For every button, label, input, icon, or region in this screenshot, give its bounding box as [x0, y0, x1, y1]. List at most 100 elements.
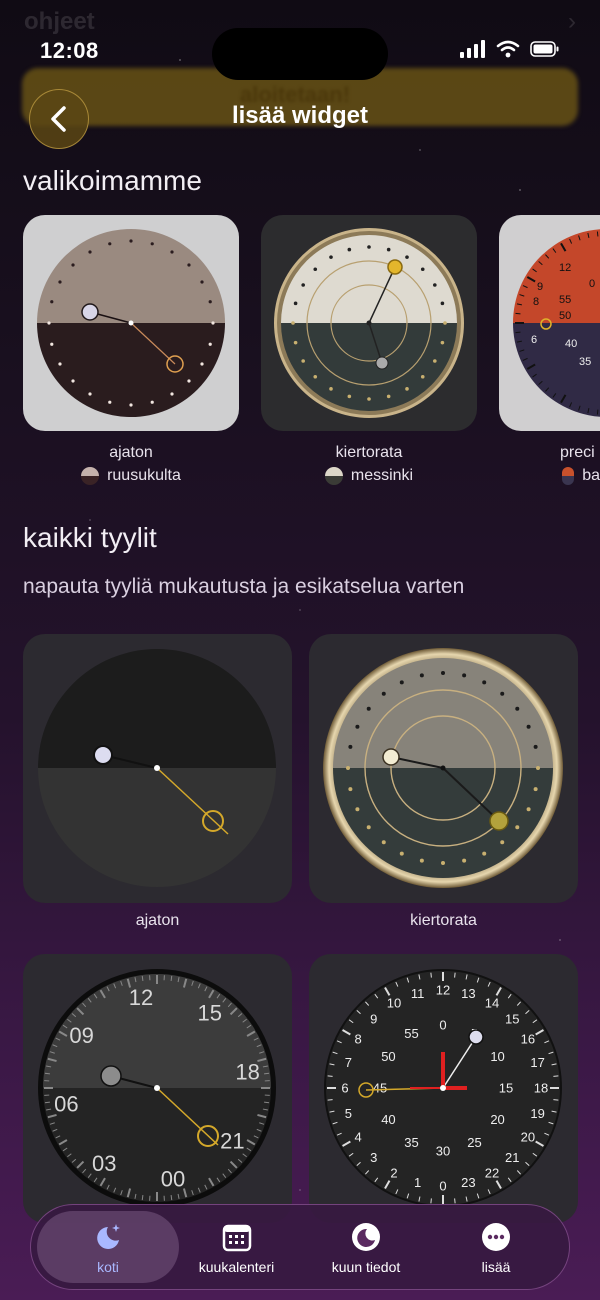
preci-dial-label: 6 — [531, 334, 537, 346]
dial-dot — [399, 851, 404, 856]
kiertorata-dial — [323, 648, 563, 888]
dial-tick — [170, 1195, 173, 1201]
dial-label: 0 — [439, 1018, 446, 1033]
dial-dot — [71, 263, 75, 267]
dial-dot — [386, 247, 391, 252]
dial-dot — [355, 724, 360, 729]
dial-tick — [141, 975, 144, 981]
dial-dot — [405, 387, 409, 391]
dial-dot — [301, 359, 305, 363]
dial-label: 06 — [54, 1092, 78, 1117]
featured-section-title: valikoimamme — [23, 165, 202, 196]
dial-dot — [355, 807, 360, 812]
dial-dot — [291, 321, 295, 325]
tab-koti[interactable]: koti — [37, 1205, 179, 1291]
dial-tick — [327, 1075, 333, 1077]
status-icons — [460, 40, 560, 58]
dial-label: 17 — [530, 1055, 544, 1070]
style-card-precision-dial[interactable]: 13 14 15 16 17 18 19 20 21 22 23 0 1 2 3 4 5 6 7 8 9 10 11 12 55… — [309, 954, 578, 1223]
dial-dot — [47, 321, 51, 325]
dial-dot — [386, 394, 391, 399]
dial-tick — [264, 1101, 270, 1104]
dial-dot — [462, 858, 467, 863]
featured-widget-kiertorata[interactable] — [261, 215, 477, 431]
dial-dot — [293, 301, 298, 306]
dial-dot — [367, 397, 371, 401]
featured-widget-name: ajaton — [109, 444, 153, 461]
dial-label: 10 — [490, 1049, 504, 1064]
preci-dial-label: 8 — [533, 296, 539, 308]
preci-dial-label: 12 — [559, 262, 571, 274]
tab-kuukalenteri[interactable]: kuukalenteri — [179, 1205, 294, 1291]
style-card-kiertorata[interactable] — [309, 634, 578, 903]
dial-dot — [346, 766, 350, 770]
dial-dot — [433, 359, 437, 363]
moon-icon — [352, 1223, 380, 1251]
dial-dot — [419, 673, 424, 678]
style-card-24h-dial[interactable]: 12 15 18 21 00 03 06 09 — [23, 954, 292, 1223]
dial-label: 7 — [345, 1055, 352, 1070]
kiertorata-brass-dial — [274, 228, 464, 418]
dial-label: 50 — [381, 1049, 395, 1064]
dial-tick — [454, 972, 456, 978]
featured-widget-ajaton[interactable] — [23, 215, 239, 431]
variant-label: ba — [582, 467, 600, 484]
preci-dial-label: 9 — [537, 281, 543, 293]
status-bar: 12:08 — [0, 0, 600, 100]
style-card-name: kiertorata — [410, 912, 477, 929]
dial-dot — [441, 671, 445, 675]
precision-dial: 131415161718192021222301234567891011 1255… — [324, 969, 562, 1207]
dial-dot — [108, 242, 112, 246]
dial-dot — [293, 340, 298, 345]
preci-dial-label: 55 — [559, 294, 571, 306]
dial-label: 18 — [235, 1060, 259, 1085]
dial-label: 3 — [370, 1150, 377, 1165]
ajaton-dark-dial — [38, 649, 276, 887]
dial-tick — [515, 312, 521, 315]
tab-kuun-tiedot[interactable]: kuun tiedot — [306, 1205, 426, 1291]
dial-dot — [500, 691, 505, 696]
dial-dot — [441, 861, 445, 865]
all-styles-title: kaikki tyylit — [23, 522, 157, 553]
page-title: lisää widget — [231, 102, 369, 129]
dial-label: 9 — [370, 1011, 377, 1026]
featured-widget-variant: messinki — [261, 467, 477, 485]
dial-tick — [515, 331, 521, 334]
dial-dot — [526, 724, 531, 729]
dial-dot — [381, 840, 386, 845]
dial-dot — [348, 787, 353, 792]
dial-tick — [327, 1099, 333, 1101]
dial-label: 09 — [69, 1023, 93, 1048]
featured-widget-preci[interactable]: 12 55 0 8 9 50 6 40 35 — [499, 215, 600, 431]
dial-dot — [313, 267, 318, 272]
tab-bar: koti kuukalenteri kuun tiedot lisää — [30, 1204, 570, 1290]
dial-dot — [88, 392, 92, 396]
dial-dot — [58, 280, 62, 284]
dial-dot — [482, 680, 487, 685]
dial-tick — [430, 1198, 432, 1204]
dial-dot — [301, 283, 305, 287]
dial-dot — [208, 300, 212, 304]
dial-label: 21 — [220, 1128, 244, 1153]
24h-half-dial: 12 15 18 21 00 03 06 09 — [38, 969, 276, 1207]
dial-label: 8 — [355, 1032, 362, 1047]
dynamic-island — [212, 28, 388, 80]
tab-label: lisää — [481, 1259, 511, 1275]
dial-dot — [313, 374, 318, 379]
dial-label: 30 — [436, 1144, 450, 1159]
dial-tick — [596, 231, 599, 237]
tab-lisaa[interactable]: lisää — [436, 1205, 556, 1291]
tab-label: koti — [97, 1259, 119, 1275]
dial-dot — [420, 267, 425, 272]
moon-stars-icon — [97, 1224, 120, 1249]
style-card-ajaton[interactable] — [23, 634, 292, 903]
dial-label: 21 — [505, 1150, 519, 1165]
dial-dot — [433, 283, 437, 287]
dial-label: 22 — [485, 1165, 499, 1180]
featured-widget-name: preci — [560, 444, 595, 461]
featured-widget-variant: ba — [499, 467, 600, 485]
dial-label: 23 — [461, 1175, 475, 1190]
dial-label: 20 — [521, 1130, 535, 1145]
dial-label: 15 — [505, 1011, 519, 1026]
dial-dot — [150, 400, 154, 404]
